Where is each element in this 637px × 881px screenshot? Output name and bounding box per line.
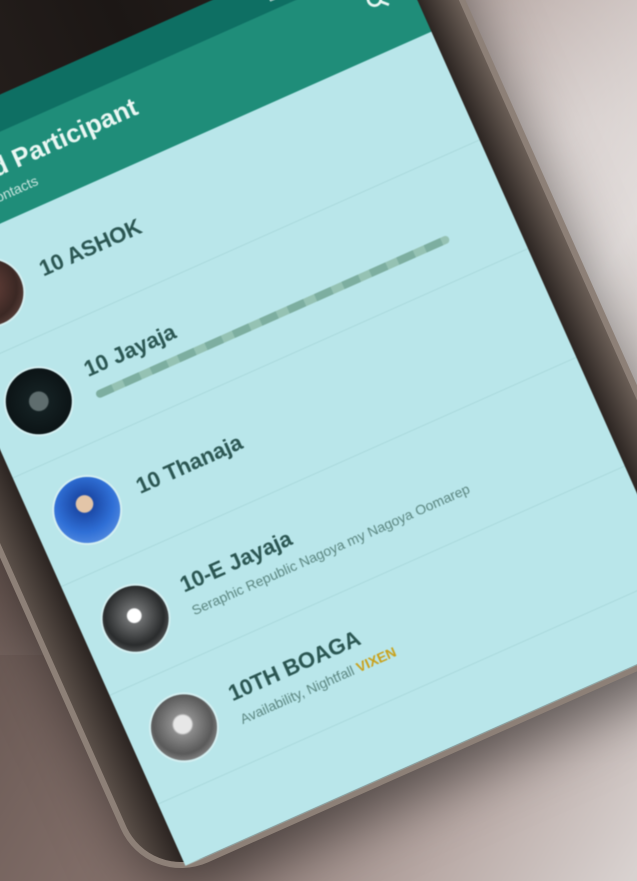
search-icon[interactable] bbox=[362, 0, 391, 15]
avatar bbox=[0, 248, 34, 337]
avatar bbox=[140, 683, 228, 771]
avatar bbox=[92, 575, 180, 663]
avatar bbox=[43, 466, 131, 554]
avatar bbox=[0, 357, 83, 445]
